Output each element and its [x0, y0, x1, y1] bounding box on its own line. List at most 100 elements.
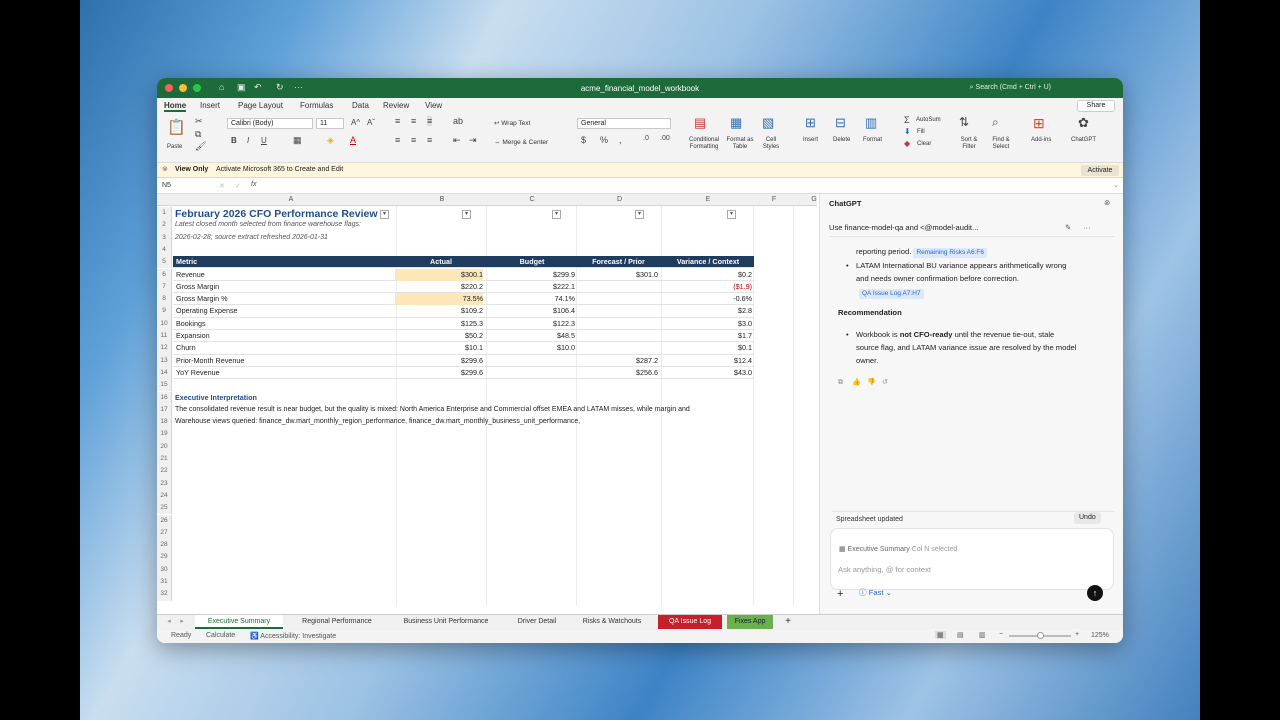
thumbs-down-icon[interactable]: 👎 — [867, 377, 876, 389]
metric-name[interactable]: Bookings — [174, 318, 392, 330]
column-header-a[interactable]: A — [173, 196, 409, 203]
insert-cells-icon[interactable]: ⊞ — [805, 115, 816, 131]
filter-dropdown-icon[interactable]: ▾ — [552, 210, 561, 219]
row-number[interactable]: 6 — [157, 268, 172, 281]
align-bottom-icon[interactable]: ≡ — [427, 116, 433, 126]
section-heading[interactable]: Executive Interpretation — [175, 392, 257, 404]
paste-icon[interactable]: 📋 — [167, 118, 186, 136]
tab-regional-performance[interactable]: Regional Performance — [289, 615, 385, 629]
tab-data[interactable]: Data — [352, 101, 369, 110]
metric-name[interactable]: Operating Expense — [174, 305, 392, 317]
align-left-icon[interactable]: ≡ — [395, 135, 400, 145]
value-cell[interactable]: $3.0 — [662, 318, 752, 330]
format-as-table-button[interactable]: Format as Table — [725, 137, 755, 151]
search-box[interactable]: ⌕ Search (Cmd + Ctrl + U) — [970, 84, 1051, 92]
chat-thread-title[interactable]: Use finance-model-qa and <@model-audit..… — [829, 222, 978, 234]
spreadsheet-grid[interactable]: A B C D E F G 1 February 2026 CFO Perform… — [157, 194, 817, 614]
copy-icon[interactable]: ⧉ — [195, 129, 201, 140]
metric-name[interactable]: Gross Margin % — [174, 293, 392, 305]
metric-name[interactable]: Revenue — [174, 269, 392, 281]
chat-input-box[interactable] — [830, 528, 1114, 590]
row-number[interactable]: 10 — [157, 317, 172, 330]
prev-sheet-icon[interactable]: ◂ — [164, 615, 174, 629]
column-header-c[interactable]: C — [487, 196, 577, 203]
row-number[interactable]: 7 — [157, 280, 172, 294]
value-cell[interactable]: $109.2 — [397, 305, 483, 317]
row-number[interactable]: 28 — [157, 539, 172, 552]
page-layout-view-icon[interactable]: ▤ — [957, 631, 964, 639]
align-top-icon[interactable]: ≡ — [395, 116, 400, 126]
fill-button[interactable]: Fill — [917, 129, 925, 135]
row-number[interactable]: 15 — [157, 379, 172, 392]
number-format-select[interactable]: General — [577, 118, 671, 129]
add-attachment-icon[interactable]: + — [837, 588, 843, 600]
italic-icon[interactable]: I — [247, 136, 249, 145]
row-number[interactable]: 25 — [157, 502, 172, 515]
sort-filter-button[interactable]: Sort & Filter — [957, 137, 981, 151]
fill-color-icon[interactable]: ◈ — [327, 135, 334, 146]
share-button[interactable]: Share — [1077, 100, 1115, 112]
row-number[interactable]: 11 — [157, 330, 172, 343]
tab-review[interactable]: Review — [383, 101, 409, 110]
row-number[interactable]: 21 — [157, 453, 172, 466]
shrink-font-icon[interactable]: Aˇ — [367, 118, 375, 127]
underline-icon[interactable]: U — [261, 136, 267, 145]
autosum-icon[interactable]: Σ — [904, 115, 910, 125]
value-cell[interactable]: $299.6 — [397, 355, 483, 367]
sort-filter-icon[interactable]: ⇅ — [959, 115, 969, 129]
status-accessibility[interactable]: ♿ Accessibility: Investigate — [250, 632, 336, 640]
value-cell[interactable]: $50.2 — [397, 330, 483, 342]
chatgpt-button[interactable]: ChatGPT — [1071, 137, 1096, 143]
column-header-b[interactable]: B — [397, 196, 487, 203]
row-number[interactable]: 27 — [157, 526, 172, 540]
value-cell[interactable] — [487, 367, 575, 379]
decrease-indent-icon[interactable]: ⇤ — [453, 135, 461, 146]
range-tag-remaining-risks[interactable]: Remaining Risks A6:F6 — [913, 248, 987, 258]
row-number[interactable]: 26 — [157, 514, 172, 527]
percent-icon[interactable]: % — [600, 135, 608, 145]
value-cell[interactable]: -0.6% — [662, 293, 752, 305]
interpretation-text[interactable]: Warehouse views queried: finance_dw.mart… — [175, 416, 580, 428]
add-ins-icon[interactable]: ⊞ — [1033, 115, 1045, 132]
font-color-icon[interactable]: A — [350, 135, 356, 145]
merge-center-button[interactable]: ⇔ Merge & Center — [494, 139, 548, 146]
context-chip[interactable]: ▦ Executive Summary Col N selected — [839, 544, 957, 556]
close-chat-icon[interactable]: ⊗ — [1104, 197, 1110, 209]
value-cell[interactable]: $12.4 — [662, 355, 752, 367]
value-cell[interactable]: $106.4 — [487, 305, 575, 317]
filter-dropdown-icon[interactable]: ▾ — [380, 210, 389, 219]
value-cell[interactable]: 73.5% — [395, 293, 483, 306]
sheet-subtitle[interactable]: 2026-02-28; source extract refreshed 202… — [175, 232, 328, 244]
value-cell[interactable]: $10.1 — [397, 342, 483, 354]
value-cell[interactable]: 74.1% — [487, 293, 575, 305]
value-cell[interactable]: $122.3 — [487, 318, 575, 330]
align-right-icon[interactable]: ≡ — [427, 135, 432, 145]
column-header-g[interactable]: G — [794, 196, 817, 203]
row-number[interactable]: 3 — [157, 231, 172, 244]
formula-cancel-icon[interactable]: ✕ — [219, 182, 225, 190]
row-number[interactable]: 17 — [157, 403, 172, 417]
format-painter-icon[interactable]: 🖌 — [195, 141, 206, 152]
undo-button[interactable]: Undo — [1074, 512, 1101, 524]
tab-insert[interactable]: Insert — [200, 101, 220, 110]
copy-icon[interactable]: ⧉ — [838, 377, 843, 389]
wrap-text-button[interactable]: ↩ Wrap Text — [494, 119, 530, 127]
row-number[interactable]: 1 — [157, 207, 172, 220]
value-cell[interactable]: $125.3 — [397, 318, 483, 330]
value-cell[interactable]: $48.5 — [487, 330, 575, 342]
row-number[interactable]: 13 — [157, 354, 172, 367]
row-number[interactable]: 18 — [157, 416, 172, 429]
row-number[interactable]: 12 — [157, 342, 172, 355]
tab-home[interactable]: Home — [164, 101, 187, 112]
borders-icon[interactable]: ▦ — [293, 135, 302, 146]
tab-risks-watchouts[interactable]: Risks & Watchouts — [573, 615, 651, 629]
zoom-slider-thumb[interactable] — [1037, 632, 1044, 639]
currency-icon[interactable]: $ — [581, 135, 586, 145]
send-button[interactable]: ↑ — [1087, 585, 1103, 601]
filter-dropdown-icon[interactable]: ▾ — [462, 210, 471, 219]
sheet-subtitle[interactable]: Latest closed month selected from financ… — [175, 219, 361, 231]
value-cell[interactable]: $301.0 — [577, 269, 658, 281]
font-name-select[interactable]: Calibri (Body) — [227, 118, 313, 129]
format-cells-icon[interactable]: ▥ — [865, 115, 877, 131]
grow-font-icon[interactable]: A^ — [351, 118, 360, 127]
